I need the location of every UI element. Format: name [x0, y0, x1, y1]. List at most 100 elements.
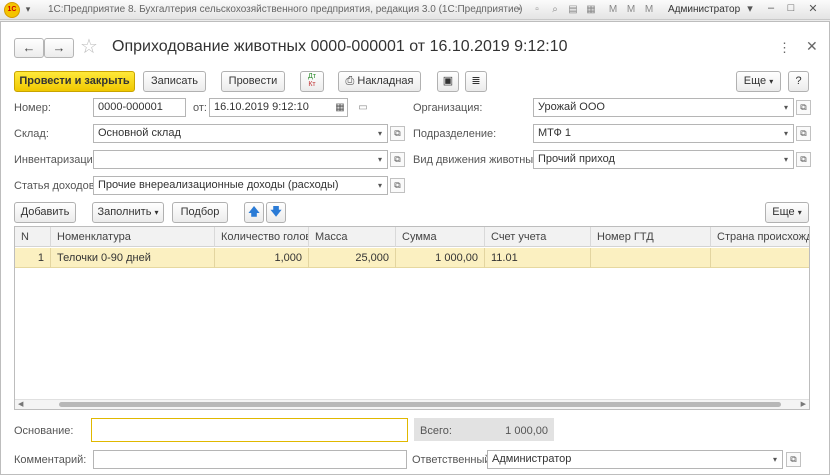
printer-icon: ⎙	[345, 75, 355, 87]
horizontal-scrollbar[interactable]: ◀ ▶	[15, 399, 809, 409]
organization-label: Организация:	[413, 102, 483, 114]
organization-field[interactable]: Урожай ООО	[533, 98, 794, 117]
history-icon[interactable]: ▤	[566, 3, 580, 17]
close-window-icon[interactable]: ✕	[806, 2, 820, 15]
close-form-icon[interactable]: ✕	[806, 38, 818, 55]
column-header-account[interactable]: Счет учета	[485, 227, 591, 247]
inventory-open-icon[interactable]: ⧉	[390, 152, 405, 167]
column-header-n[interactable]: N	[15, 227, 51, 247]
notifications-icon[interactable]: ▾	[743, 2, 757, 15]
cell-qty[interactable]: 1,000	[215, 248, 309, 268]
calendar-picker-icon[interactable]: ▦	[333, 98, 347, 117]
report-icon: ≣	[471, 75, 481, 87]
division-dropdown-icon[interactable]: ▾	[779, 124, 793, 143]
kt-label: Кт	[308, 81, 316, 88]
more-actions-icon[interactable]: ⋮	[778, 40, 791, 56]
structure-button[interactable]: ▣	[437, 71, 459, 92]
column-header-sum[interactable]: Сумма	[396, 227, 485, 247]
scrollbar-thumb[interactable]	[59, 402, 781, 407]
memory-minus-icon[interactable]: M	[642, 3, 656, 17]
income-item-open-icon[interactable]: ⧉	[390, 178, 405, 193]
inventory-field[interactable]	[93, 150, 388, 169]
cell-gtd[interactable]	[591, 248, 711, 268]
post-and-close-button[interactable]: Провести и закрыть	[14, 71, 135, 92]
organization-dropdown-icon[interactable]: ▾	[779, 98, 793, 117]
app-title: 1С:Предприятие 8. Бухгалтерия сельскохоз…	[48, 4, 523, 15]
inventory-dropdown-icon[interactable]: ▾	[373, 150, 387, 169]
responsible-field[interactable]: Администратор	[487, 450, 783, 469]
warehouse-field[interactable]: Основной склад	[93, 124, 388, 143]
minimize-icon[interactable]: –	[764, 2, 778, 14]
responsible-dropdown-icon[interactable]: ▾	[768, 450, 782, 469]
cell-sum[interactable]: 1 000,00	[396, 248, 485, 268]
help-button[interactable]: ?	[788, 71, 809, 92]
memory-icon[interactable]: M	[606, 3, 620, 17]
notes-icon[interactable]: ▭	[356, 98, 370, 117]
total-value: 1 000,00	[505, 425, 548, 437]
number-field[interactable]: 0000-000001	[93, 98, 186, 117]
division-field[interactable]: МТФ 1	[533, 124, 794, 143]
responsible-label: Ответственный:	[412, 454, 494, 466]
column-header-mass[interactable]: Масса	[309, 227, 396, 247]
organization-open-icon[interactable]: ⧉	[796, 100, 811, 115]
cell-account[interactable]: 11.01	[485, 248, 591, 268]
scroll-right-icon[interactable]: ▶	[801, 400, 806, 408]
memory-plus-icon[interactable]: M	[624, 3, 638, 17]
waybill-button[interactable]: ⎙ Накладная	[338, 71, 421, 92]
column-header-gtd[interactable]: Номер ГТД	[591, 227, 711, 247]
more-button[interactable]: Еще ▾	[736, 71, 781, 92]
table-row[interactable]: 1 Телочки 0-90 дней 1,000 25,000 1 000,0…	[15, 248, 809, 268]
date-field[interactable]: 16.10.2019 9:12:10	[209, 98, 348, 117]
responsible-open-icon[interactable]: ⧉	[786, 452, 801, 467]
search-icon[interactable]: ⌕	[548, 3, 562, 17]
save-button[interactable]: Записать	[143, 71, 206, 92]
cell-n[interactable]: 1	[15, 248, 51, 268]
column-header-qty[interactable]: Количество голов	[215, 227, 309, 247]
maximize-icon[interactable]: □	[784, 2, 798, 14]
inventory-label: Инвентаризация:	[14, 154, 102, 166]
warehouse-open-icon[interactable]: ⧉	[390, 126, 405, 141]
income-item-field[interactable]: Прочие внереализационные доходы (расходы…	[93, 176, 388, 195]
movement-type-dropdown-icon[interactable]: ▾	[779, 150, 793, 169]
income-item-dropdown-icon[interactable]: ▾	[373, 176, 387, 195]
report-button[interactable]: ≣	[465, 71, 487, 92]
scroll-left-icon[interactable]: ◀	[18, 400, 23, 408]
column-header-item[interactable]: Номенклатура	[51, 227, 215, 247]
division-open-icon[interactable]: ⧉	[796, 126, 811, 141]
arrow-up-icon: 🡅	[248, 206, 260, 218]
warehouse-label: Склад:	[14, 128, 49, 140]
cell-mass[interactable]: 25,000	[309, 248, 396, 268]
date-label: от:	[193, 102, 207, 114]
arrow-down-icon: 🡇	[270, 206, 282, 218]
dt-label: Дт	[308, 73, 316, 80]
move-down-button[interactable]: 🡇	[266, 202, 286, 223]
comment-label: Комментарий:	[14, 454, 87, 466]
post-button[interactable]: Провести	[221, 71, 285, 92]
forward-button[interactable]: →	[44, 38, 74, 58]
main-menu-icon[interactable]: ▾	[22, 3, 34, 16]
total-label: Всего:	[420, 425, 452, 437]
print-icon[interactable]: ▫	[530, 3, 544, 17]
basis-field[interactable]	[91, 418, 408, 442]
fill-button[interactable]: Заполнить ▾	[92, 202, 164, 223]
select-button[interactable]: Подбор	[172, 202, 228, 223]
comment-field[interactable]	[93, 450, 407, 469]
user-name[interactable]: Администратор	[668, 4, 740, 15]
move-up-button[interactable]: 🡅	[244, 202, 264, 223]
table-more-chevron-icon: ▾	[797, 208, 802, 217]
cell-country[interactable]	[711, 248, 809, 268]
back-button[interactable]: ←	[14, 38, 44, 58]
cell-item[interactable]: Телочки 0-90 дней	[51, 248, 215, 268]
add-row-button[interactable]: Добавить	[14, 202, 76, 223]
waybill-label: Накладная	[357, 75, 414, 87]
favorite-star-icon[interactable]: ☆	[80, 34, 98, 59]
warehouse-dropdown-icon[interactable]: ▾	[373, 124, 387, 143]
save-icon[interactable]: ▪	[512, 3, 526, 17]
movement-type-open-icon[interactable]: ⧉	[796, 152, 811, 167]
table-more-button[interactable]: Еще ▾	[765, 202, 809, 223]
column-header-country[interactable]: Страна происхождения	[711, 227, 809, 247]
dt-kt-button[interactable]: Дт Кт	[300, 71, 324, 92]
animals-table[interactable]: N Номенклатура Количество голов Масса Су…	[14, 226, 810, 410]
movement-type-field[interactable]: Прочий приход	[533, 150, 794, 169]
calendar-icon[interactable]: ▦	[584, 3, 598, 17]
